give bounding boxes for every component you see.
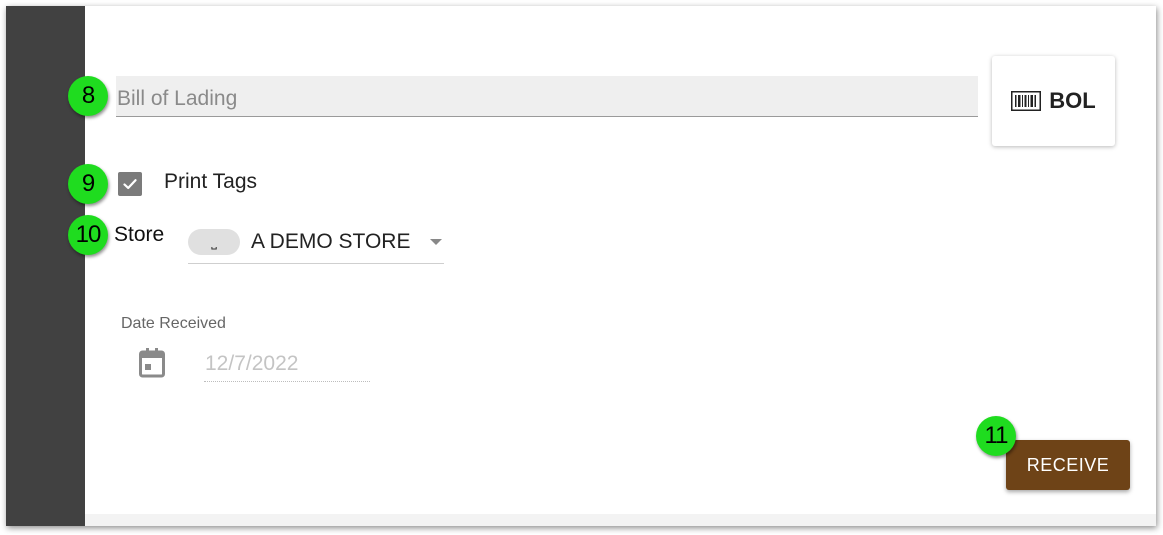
date-received-input[interactable] [204, 346, 370, 382]
calendar-icon[interactable] [139, 348, 165, 378]
callout-10: 10 [68, 215, 108, 255]
dropdown-arrow-icon [430, 239, 442, 245]
bol-button-label: BOL [1049, 88, 1096, 113]
callout-11: 11 [976, 416, 1016, 456]
store-selected-value: A DEMO STORE [251, 230, 411, 253]
store-chip: ⎵ [188, 229, 240, 255]
checkmark-icon [123, 179, 137, 190]
date-received-label: Date Received [121, 315, 226, 332]
bottom-strip [85, 514, 1156, 526]
receive-button[interactable]: RECEIVE [1006, 440, 1130, 490]
bol-scan-button[interactable]: BOL [992, 56, 1115, 146]
print-tags-checkbox[interactable] [118, 172, 142, 196]
barcode-icon [1011, 91, 1042, 111]
receive-button-label: RECEIVE [1026, 454, 1110, 475]
print-tags-label: Print Tags [164, 170, 257, 193]
callout-8: 8 [68, 76, 108, 116]
bill-of-lading-input[interactable] [116, 76, 978, 117]
store-select[interactable]: ⎵ A DEMO STORE [188, 226, 444, 264]
screenshot-frame: BOL Print Tags Store ⎵ A DEMO STORE Date… [6, 6, 1156, 526]
callout-9: 9 [68, 164, 108, 204]
store-label: Store [114, 223, 165, 246]
